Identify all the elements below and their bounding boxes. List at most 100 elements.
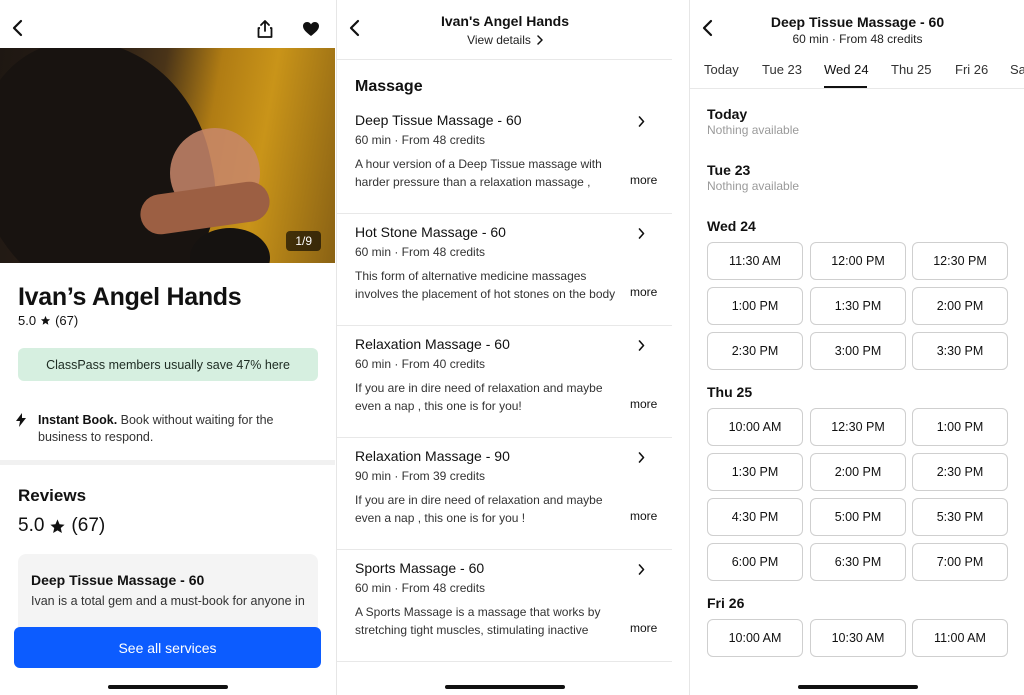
service-meta: 60 min · From 48 credits [355, 581, 486, 595]
more-link[interactable]: more [627, 285, 658, 299]
service-name: Relaxation Massage - 60 [355, 336, 510, 352]
time-slot-button[interactable]: 1:00 PM [707, 287, 803, 325]
time-slot-button[interactable]: 12:00 PM [810, 242, 906, 280]
availability-note: Nothing available [707, 123, 800, 137]
time-slot-button[interactable]: 3:30 PM [912, 332, 1008, 370]
service-description: A Sports Massage is a massage that works… [355, 605, 601, 637]
review-card[interactable]: Deep Tissue Massage - 60 Ivan is a total… [18, 554, 318, 634]
rating-count: (67) [55, 313, 79, 328]
day-heading: Wed 24 [707, 218, 756, 234]
chevron-right-icon [638, 116, 645, 127]
day-heading: Today [707, 106, 748, 122]
time-slot-button[interactable]: 7:00 PM [912, 543, 1008, 581]
service-name: Hot Stone Massage - 60 [355, 224, 506, 240]
time-slot-button[interactable]: 4:30 PM [707, 498, 803, 536]
time-slot-button[interactable]: 1:30 PM [810, 287, 906, 325]
home-indicator [108, 685, 228, 689]
service-item[interactable]: Hot Stone Massage - 60 60 min · From 48 … [337, 214, 672, 326]
tab-tue-23[interactable]: Tue 23 [762, 62, 802, 77]
time-slot-button[interactable]: 2:30 PM [707, 332, 803, 370]
service-description: If you are in dire need of relaxation an… [355, 381, 603, 413]
time-slot-button[interactable]: 5:00 PM [810, 498, 906, 536]
tab-sat[interactable]: Sat [1010, 62, 1024, 77]
time-slot-button[interactable]: 2:30 PM [912, 453, 1008, 491]
instant-book-text: Instant Book. Book without waiting for t… [38, 412, 321, 446]
date-tabs: Today Tue 23 Wed 24 Thu 25 Fri 26 Sat [690, 62, 1024, 89]
instant-book-note: Instant Book. Book without waiting for t… [16, 412, 321, 446]
service-meta: 60 min · From 48 credits [355, 133, 486, 147]
service-item[interactable]: Sports Massage - 60 60 min · From 48 cre… [337, 550, 672, 662]
services-list-panel: Ivan's Angel Hands View details Massage … [336, 0, 672, 695]
service-item[interactable]: Deep Tissue Massage - 60 60 min · From 4… [337, 102, 672, 214]
review-excerpt: Ivan is a total gem and a must-book for … [31, 594, 305, 608]
service-item[interactable]: Relaxation Massage - 60 60 min · From 40… [337, 326, 672, 438]
business-detail-panel: 1/9 Ivan’s Angel Hands 5.0 (67) ClassPas… [0, 0, 335, 695]
chevron-right-icon [638, 340, 645, 351]
review-service-title: Deep Tissue Massage - 60 [31, 572, 205, 588]
tab-fri-26[interactable]: Fri 26 [955, 62, 988, 77]
home-indicator [798, 685, 918, 689]
time-slot-button[interactable]: 3:00 PM [810, 332, 906, 370]
back-arrow-icon[interactable] [6, 17, 28, 39]
time-slot-button[interactable]: 5:30 PM [912, 498, 1008, 536]
time-slot-button[interactable]: 10:00 AM [707, 619, 803, 657]
chevron-right-icon [537, 35, 543, 45]
rating-value: 5.0 [18, 313, 37, 328]
day-heading: Thu 25 [707, 384, 753, 400]
chevron-right-icon [638, 564, 645, 575]
booking-schedule-panel: Deep Tissue Massage - 60 60 min · From 4… [689, 0, 1024, 695]
view-details-label: View details [467, 33, 531, 47]
more-link[interactable]: more [627, 397, 658, 411]
tab-wed-24[interactable]: Wed 24 [824, 62, 869, 77]
more-link[interactable]: more [627, 173, 658, 187]
service-meta: 60 min · From 48 credits [355, 245, 486, 259]
chevron-right-icon [638, 228, 645, 239]
savings-banner: ClassPass members usually save 47% here [18, 348, 318, 381]
reviews-score-count: (67) [71, 515, 106, 536]
time-slot-button[interactable]: 10:30 AM [810, 619, 906, 657]
section-heading: Massage [355, 78, 423, 95]
see-all-services-button[interactable]: See all services [14, 627, 321, 668]
reviews-score-value: 5.0 [18, 515, 45, 536]
section-divider [0, 460, 335, 465]
heart-icon[interactable] [300, 18, 322, 40]
service-name: Sports Massage - 60 [355, 560, 485, 576]
availability-note: Nothing available [707, 179, 800, 193]
service-meta: 90 min · From 39 credits [355, 469, 486, 483]
service-name: Deep Tissue Massage - 60 [355, 112, 522, 128]
reviews-score: 5.0 (67) [18, 515, 105, 537]
home-indicator [445, 685, 565, 689]
page-title: Deep Tissue Massage - 60 [770, 14, 945, 30]
view-details-link[interactable]: View details [337, 33, 672, 47]
time-slot-button[interactable]: 12:30 PM [810, 408, 906, 446]
service-description: A hour version of a Deep Tissue massage … [355, 157, 602, 189]
business-photo[interactable]: 1/9 [0, 48, 335, 263]
time-slot-button[interactable]: 6:00 PM [707, 543, 803, 581]
tab-thu-25[interactable]: Thu 25 [891, 62, 931, 77]
day-heading: Tue 23 [707, 162, 751, 178]
time-slot-button[interactable]: 6:30 PM [810, 543, 906, 581]
time-slot-button[interactable]: 2:00 PM [912, 287, 1008, 325]
time-slot-button[interactable]: 10:00 AM [707, 408, 803, 446]
time-slot-button[interactable]: 1:30 PM [707, 453, 803, 491]
more-link[interactable]: more [627, 509, 658, 523]
business-name: Ivan’s Angel Hands [18, 283, 242, 311]
header-divider [337, 59, 672, 60]
tab-today[interactable]: Today [704, 62, 739, 77]
service-meta: 60 min · From 40 credits [355, 357, 486, 371]
page-subtitle: 60 min · From 48 credits [792, 32, 923, 46]
time-slot-button[interactable]: 12:30 PM [912, 242, 1008, 280]
time-slot-button[interactable]: 11:00 AM [912, 619, 1008, 657]
service-item[interactable]: Relaxation Massage - 90 90 min · From 39… [337, 438, 672, 550]
star-icon [40, 315, 51, 326]
star-icon [49, 518, 66, 535]
chevron-right-icon [638, 452, 645, 463]
lightning-icon [16, 413, 26, 446]
rating-row: 5.0 (67) [18, 313, 78, 328]
more-link[interactable]: more [627, 621, 658, 635]
time-slot-button[interactable]: 1:00 PM [912, 408, 1008, 446]
share-icon[interactable] [254, 18, 276, 40]
instant-book-label: Instant Book. [38, 413, 118, 427]
time-slot-button[interactable]: 2:00 PM [810, 453, 906, 491]
time-slot-button[interactable]: 11:30 AM [707, 242, 803, 280]
